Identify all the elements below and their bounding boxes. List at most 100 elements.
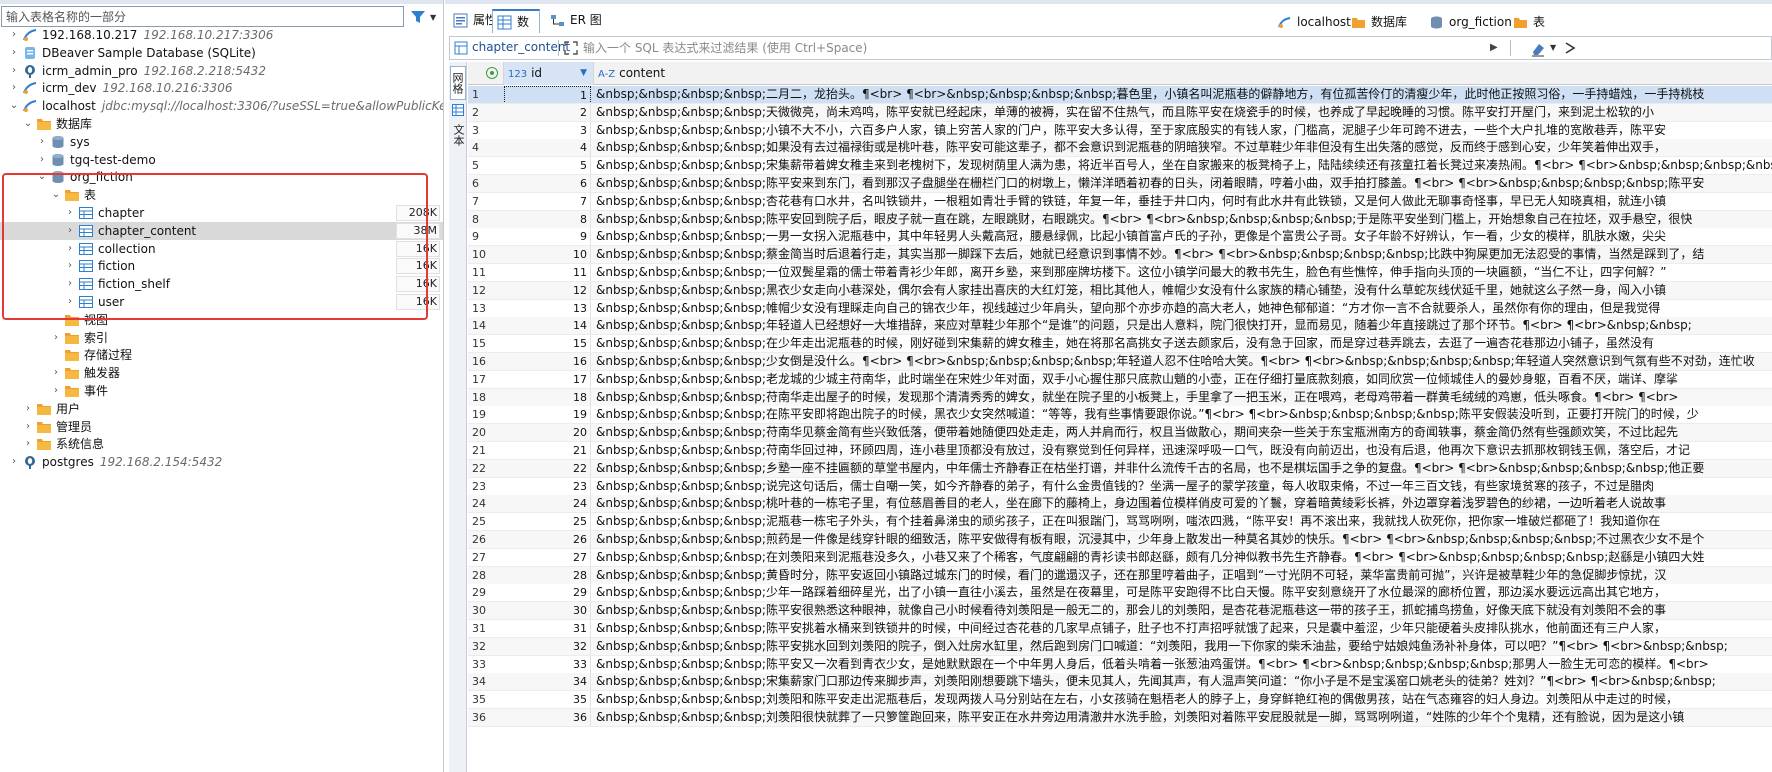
row-number[interactable]: 5: [468, 157, 502, 174]
row-number[interactable]: 9: [468, 228, 502, 245]
tree-node-t2[interactable]: › chapter_content 38M: [0, 221, 443, 240]
table-row[interactable]: 26 26 &nbsp;&nbsp;&nbsp;&nbsp;煎药是一件像是线穿针眼的…: [468, 531, 1772, 549]
row-number[interactable]: 36: [468, 709, 502, 726]
cell-content[interactable]: &nbsp;&nbsp;&nbsp;&nbsp;蔡金简当时后退着行走，其实当那一…: [594, 246, 1772, 263]
tree-node-c4[interactable]: › icrm_dev 192.168.10.216:3306: [0, 79, 443, 97]
tree-node-t3[interactable]: › collection 16K: [0, 240, 443, 258]
cell-content[interactable]: &nbsp;&nbsp;&nbsp;&nbsp;泥瓶巷一栋宅子外头，有个挂着鼻涕…: [594, 513, 1772, 530]
expand-icon[interactable]: [564, 41, 578, 55]
tree-node-f7[interactable]: › 事件: [0, 382, 443, 400]
tree-node-f4[interactable]: › 索引: [0, 329, 443, 347]
row-number[interactable]: 27: [468, 549, 502, 566]
row-number[interactable]: 18: [468, 389, 502, 406]
tree-node-t6[interactable]: › user 16K: [0, 293, 443, 311]
cell-id[interactable]: 31: [504, 620, 591, 637]
table-row[interactable]: 20 20 &nbsp;&nbsp;&nbsp;&nbsp;苻南华见蔡金简有些兴致低…: [468, 424, 1772, 443]
table-row[interactable]: 15 15 &nbsp;&nbsp;&nbsp;&nbsp;在少年走出泥瓶巷的时候，…: [468, 335, 1772, 354]
row-number[interactable]: 2: [468, 104, 502, 121]
cell-id[interactable]: 14: [504, 317, 591, 335]
tree-node-f10[interactable]: › 系统信息: [0, 435, 443, 453]
cell-content[interactable]: &nbsp;&nbsp;&nbsp;&nbsp;年轻道人已经想好一大堆措辞，来应…: [594, 317, 1772, 334]
tree-node-f2[interactable]: ⌄ 表: [0, 186, 443, 204]
more-icon[interactable]: [1562, 39, 1578, 57]
row-number[interactable]: 10: [468, 246, 502, 263]
expand-chevron-icon[interactable]: ›: [64, 257, 76, 275]
expand-chevron-icon[interactable]: ›: [8, 62, 20, 80]
table-row[interactable]: 9 9 &nbsp;&nbsp;&nbsp;&nbsp;一男一女拐入泥瓶巷中，其中年…: [468, 228, 1772, 247]
cell-id[interactable]: 23: [504, 477, 591, 495]
cell-id[interactable]: 13: [504, 299, 591, 317]
cell-content[interactable]: &nbsp;&nbsp;&nbsp;&nbsp;煎药是一件像是线穿针眼的细致活，…: [594, 531, 1772, 548]
row-number[interactable]: 24: [468, 495, 502, 512]
collapse-chevron-icon[interactable]: ⌄: [50, 186, 62, 204]
cell-content[interactable]: &nbsp;&nbsp;&nbsp;&nbsp;帷帽少女没有理睬走向自己的锦衣少…: [594, 300, 1772, 317]
table-row[interactable]: 8 8 &nbsp;&nbsp;&nbsp;&nbsp;陈平安回到院子后，眼皮子就一…: [468, 210, 1772, 229]
cell-id[interactable]: 28: [504, 566, 591, 584]
tree-node-t4[interactable]: › fiction 16K: [0, 257, 443, 275]
cell-id[interactable]: 8: [504, 210, 591, 228]
row-number[interactable]: 17: [468, 371, 502, 388]
tree-node-t5[interactable]: › fiction_shelf 16K: [0, 275, 443, 293]
cell-id[interactable]: 16: [504, 353, 591, 370]
table-row[interactable]: 29 29 &nbsp;&nbsp;&nbsp;&nbsp;少年一路踩着细碎星光，出…: [468, 584, 1772, 603]
column-header-id[interactable]: 123 id ▼: [504, 62, 594, 85]
row-number[interactable]: 20: [468, 424, 502, 441]
expand-chevron-icon[interactable]: ›: [22, 418, 34, 436]
cell-content[interactable]: &nbsp;&nbsp;&nbsp;&nbsp;刘羡阳很快就葬了一只箩筐跑回来，…: [594, 709, 1772, 726]
table-row[interactable]: 12 12 &nbsp;&nbsp;&nbsp;&nbsp;黑衣少女走向小巷深处，偶…: [468, 281, 1772, 300]
table-row[interactable]: 7 7 &nbsp;&nbsp;&nbsp;&nbsp;杏花巷有口水井，名叫铁锁井，…: [468, 192, 1772, 211]
eraser-icon[interactable]: [1530, 41, 1546, 57]
tree-node-t1[interactable]: › chapter 208K: [0, 204, 443, 222]
cell-content[interactable]: &nbsp;&nbsp;&nbsp;&nbsp;苻南华走出屋子的时候，发现那个清…: [594, 389, 1772, 406]
table-row[interactable]: 22 22 &nbsp;&nbsp;&nbsp;&nbsp;乡塾一座不挂匾额的草堂书…: [468, 459, 1772, 478]
tree-node-d1[interactable]: › sys: [0, 133, 443, 151]
table-row[interactable]: 6 6 &nbsp;&nbsp;&nbsp;&nbsp;陈平安来到东门，看到那汉子盘…: [468, 175, 1772, 193]
row-number[interactable]: 13: [468, 300, 502, 317]
cell-content[interactable]: &nbsp;&nbsp;&nbsp;&nbsp;在陈平安即将跑出院子的时候，黑衣…: [594, 406, 1772, 423]
tree-node-f3[interactable]: 视图: [0, 311, 443, 329]
row-number[interactable]: 33: [468, 656, 502, 673]
row-number[interactable]: 29: [468, 584, 502, 601]
tab-properties[interactable]: 属性: [449, 9, 497, 33]
cell-id[interactable]: 9: [504, 228, 591, 246]
table-row[interactable]: 4 4 &nbsp;&nbsp;&nbsp;&nbsp;如果没有去过福禄街或是桃叶巷…: [468, 139, 1772, 158]
cell-content[interactable]: &nbsp;&nbsp;&nbsp;&nbsp;苻南华回过神，环顾四周，连小巷里…: [594, 442, 1772, 459]
cell-id[interactable]: 32: [504, 637, 591, 655]
table-row[interactable]: 5 5 &nbsp;&nbsp;&nbsp;&nbsp;宋集薪带着婢女稚圭来到老槐树…: [468, 157, 1772, 176]
cell-content[interactable]: &nbsp;&nbsp;&nbsp;&nbsp;一男一女拐入泥瓶巷中，其中年轻男…: [594, 228, 1772, 245]
cell-id[interactable]: 29: [504, 584, 591, 602]
cell-content[interactable]: &nbsp;&nbsp;&nbsp;&nbsp;天微微亮，尚未鸡鸣，陈平安就已经…: [594, 104, 1772, 121]
cell-content[interactable]: &nbsp;&nbsp;&nbsp;&nbsp;苻南华见蔡金简有些兴致低落，便带…: [594, 424, 1772, 441]
row-number[interactable]: 16: [468, 353, 502, 370]
row-number[interactable]: 34: [468, 673, 502, 690]
cell-id[interactable]: 5: [504, 157, 591, 175]
row-number[interactable]: 14: [468, 317, 502, 334]
row-number[interactable]: 26: [468, 531, 502, 548]
row-number[interactable]: 4: [468, 139, 502, 156]
expand-chevron-icon[interactable]: ›: [22, 400, 34, 418]
table-row[interactable]: 33 33 &nbsp;&nbsp;&nbsp;&nbsp;陈平安又一次看到青衣少女…: [468, 655, 1772, 674]
expand-chevron-icon[interactable]: ›: [50, 329, 62, 347]
grid-view-icon[interactable]: [452, 104, 464, 116]
cell-id[interactable]: 24: [504, 495, 591, 513]
filter-icon[interactable]: [410, 9, 426, 25]
row-number[interactable]: 25: [468, 513, 502, 530]
collapse-chevron-icon[interactable]: ⌄: [36, 168, 48, 186]
cell-id[interactable]: 11: [504, 264, 591, 281]
table-row[interactable]: 3 3 &nbsp;&nbsp;&nbsp;&nbsp;小镇不大不小，六百多户人家，…: [468, 121, 1772, 140]
table-row[interactable]: 30 30 &nbsp;&nbsp;&nbsp;&nbsp;陈平安很熟悉这种眼神，就…: [468, 602, 1772, 621]
expand-chevron-icon[interactable]: ›: [64, 293, 76, 311]
breadcrumb-localhost[interactable]: localhost: [1277, 13, 1351, 33]
row-number[interactable]: 7: [468, 193, 502, 210]
cell-content[interactable]: &nbsp;&nbsp;&nbsp;&nbsp;说完这句话后，儒士自嘲一笑，如今…: [594, 478, 1772, 495]
cell-content[interactable]: &nbsp;&nbsp;&nbsp;&nbsp;在少年走出泥瓶巷的时候，刚好碰到…: [594, 335, 1772, 352]
collapse-chevron-icon[interactable]: ⌄: [22, 115, 34, 133]
filter-history-dropdown-icon[interactable]: ▼: [1550, 43, 1556, 52]
cell-id[interactable]: 21: [504, 442, 591, 459]
table-name-filter-input[interactable]: [1, 6, 404, 27]
expand-chevron-icon[interactable]: ›: [8, 26, 20, 44]
tab-data[interactable]: 数据: [492, 9, 540, 51]
table-row[interactable]: 36 36 &nbsp;&nbsp;&nbsp;&nbsp;刘羡阳很快就葬了一只箩筐…: [468, 709, 1772, 727]
table-row[interactable]: 17 17 &nbsp;&nbsp;&nbsp;&nbsp;老龙城的少城主苻南华，此…: [468, 370, 1772, 389]
breadcrumb-org-fiction[interactable]: org_fiction: [1429, 13, 1512, 33]
